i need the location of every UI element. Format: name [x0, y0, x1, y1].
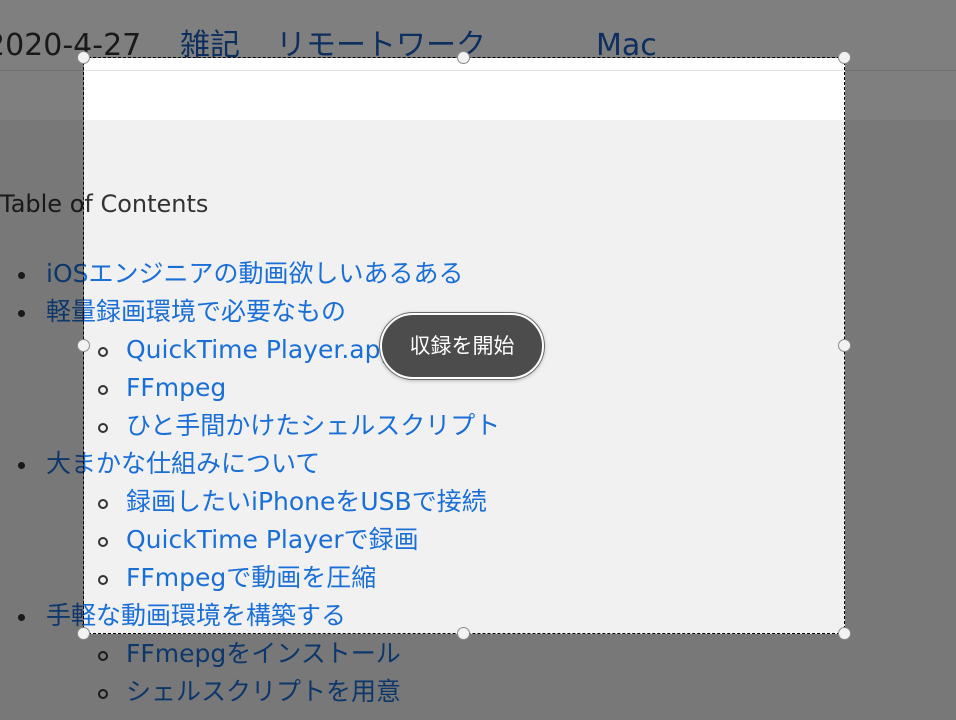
resize-handle-bottom[interactable] — [457, 627, 470, 640]
resize-handle-bottom-left[interactable] — [77, 627, 90, 640]
resize-handle-top-right[interactable] — [838, 51, 851, 64]
resize-handle-bottom-right[interactable] — [838, 627, 851, 640]
dim-overlay-bottom — [0, 634, 956, 720]
dim-overlay-left — [0, 58, 84, 634]
resize-handle-top[interactable] — [457, 51, 470, 64]
dim-overlay-top — [0, 0, 956, 58]
resize-handle-top-left[interactable] — [77, 51, 90, 64]
resize-handle-right[interactable] — [838, 339, 851, 352]
start-recording-button[interactable]: 収録を開始 — [380, 313, 544, 379]
resize-handle-left[interactable] — [77, 339, 90, 352]
dim-overlay-right — [845, 58, 956, 634]
